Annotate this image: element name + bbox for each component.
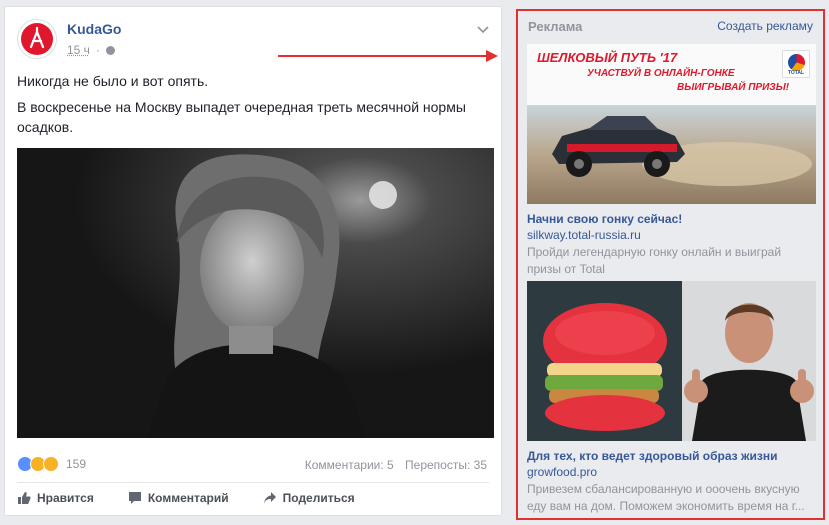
ads-header: Реклама Создать рекламу bbox=[528, 19, 813, 37]
post-timestamp[interactable]: 15 ч bbox=[67, 43, 90, 57]
post-text-line: Никогда не было и вот опять. bbox=[17, 73, 209, 89]
news-feed-post: KudaGo 15 ч · Никогда не было и вот опят… bbox=[4, 6, 502, 516]
post-counters: Комментарии: 5 Перепосты: 35 bbox=[305, 458, 487, 472]
ad-headline[interactable]: Начни свою гонку сейчас! bbox=[527, 212, 816, 227]
ad-domain[interactable]: growfood.pro bbox=[527, 465, 816, 480]
ad-card[interactable]: Для тех, кто ведет здоровый образ жизни … bbox=[527, 281, 816, 515]
ad-banner-growfood[interactable] bbox=[527, 281, 816, 441]
ad-banner-rally[interactable]: ШЕЛКОВЫЙ ПУТЬ '17 УЧАСТВУЙ В ОНЛАЙН-ГОНК… bbox=[527, 44, 816, 204]
comment-label: Комментарий bbox=[147, 490, 229, 505]
share-label: Поделиться bbox=[282, 490, 355, 505]
ad-description: Привезем сбалансированную и ооочень вкус… bbox=[527, 482, 805, 513]
rally-car bbox=[552, 116, 812, 186]
post-stats: 159 Комментарии: 5 Перепосты: 35 bbox=[17, 453, 491, 475]
trainer-photo bbox=[682, 281, 816, 441]
like-label: Нравится bbox=[37, 490, 94, 505]
annotation-arrow bbox=[278, 50, 498, 62]
post-actions: Нравится Комментарий Поделиться bbox=[17, 482, 489, 512]
sponsored-column: Реклама Создать рекламу ШЕЛКОВЫЙ ПУТЬ '1… bbox=[516, 9, 825, 520]
comments-count[interactable]: Комментарии: 5 bbox=[305, 458, 394, 472]
ad-description: Пройди легендарную гонку онлайн и выигра… bbox=[527, 245, 782, 276]
share-arrow-icon bbox=[263, 491, 276, 504]
post-text-line: В воскресенье на Москву выпадет очередна… bbox=[17, 99, 466, 135]
post-text: Никогда не было и вот опять. В воскресен… bbox=[17, 71, 487, 143]
reaction-count: 159 bbox=[66, 457, 87, 471]
ads-title: Реклама bbox=[528, 19, 583, 34]
reactions-summary[interactable]: 159 bbox=[17, 456, 86, 472]
ad-domain[interactable]: silkway.total-russia.ru bbox=[527, 228, 816, 243]
kudago-logo-icon bbox=[21, 23, 53, 55]
comment-button[interactable]: Комментарий bbox=[128, 491, 229, 505]
chevron-down-icon[interactable] bbox=[477, 23, 489, 37]
like-button[interactable]: Нравится bbox=[17, 491, 94, 505]
post-photo[interactable] bbox=[17, 148, 494, 438]
post-meta: 15 ч · bbox=[67, 43, 115, 57]
comment-icon bbox=[128, 491, 141, 504]
ad-card[interactable]: ШЕЛКОВЫЙ ПУТЬ '17 УЧАСТВУЙ В ОНЛАЙН-ГОНК… bbox=[527, 44, 816, 278]
thumbs-up-icon bbox=[18, 491, 31, 504]
post-author[interactable]: KudaGo bbox=[67, 21, 121, 37]
page-avatar[interactable] bbox=[17, 19, 57, 59]
burger-photo bbox=[527, 281, 682, 441]
shares-count[interactable]: Перепосты: 35 bbox=[405, 458, 487, 472]
ad-headline[interactable]: Для тех, кто ведет здоровый образ жизни bbox=[527, 449, 816, 464]
globe-icon[interactable] bbox=[105, 45, 115, 55]
sad-reaction-icon bbox=[43, 456, 59, 472]
share-button[interactable]: Поделиться bbox=[263, 491, 355, 505]
create-ad-link[interactable]: Создать рекламу bbox=[717, 19, 813, 33]
